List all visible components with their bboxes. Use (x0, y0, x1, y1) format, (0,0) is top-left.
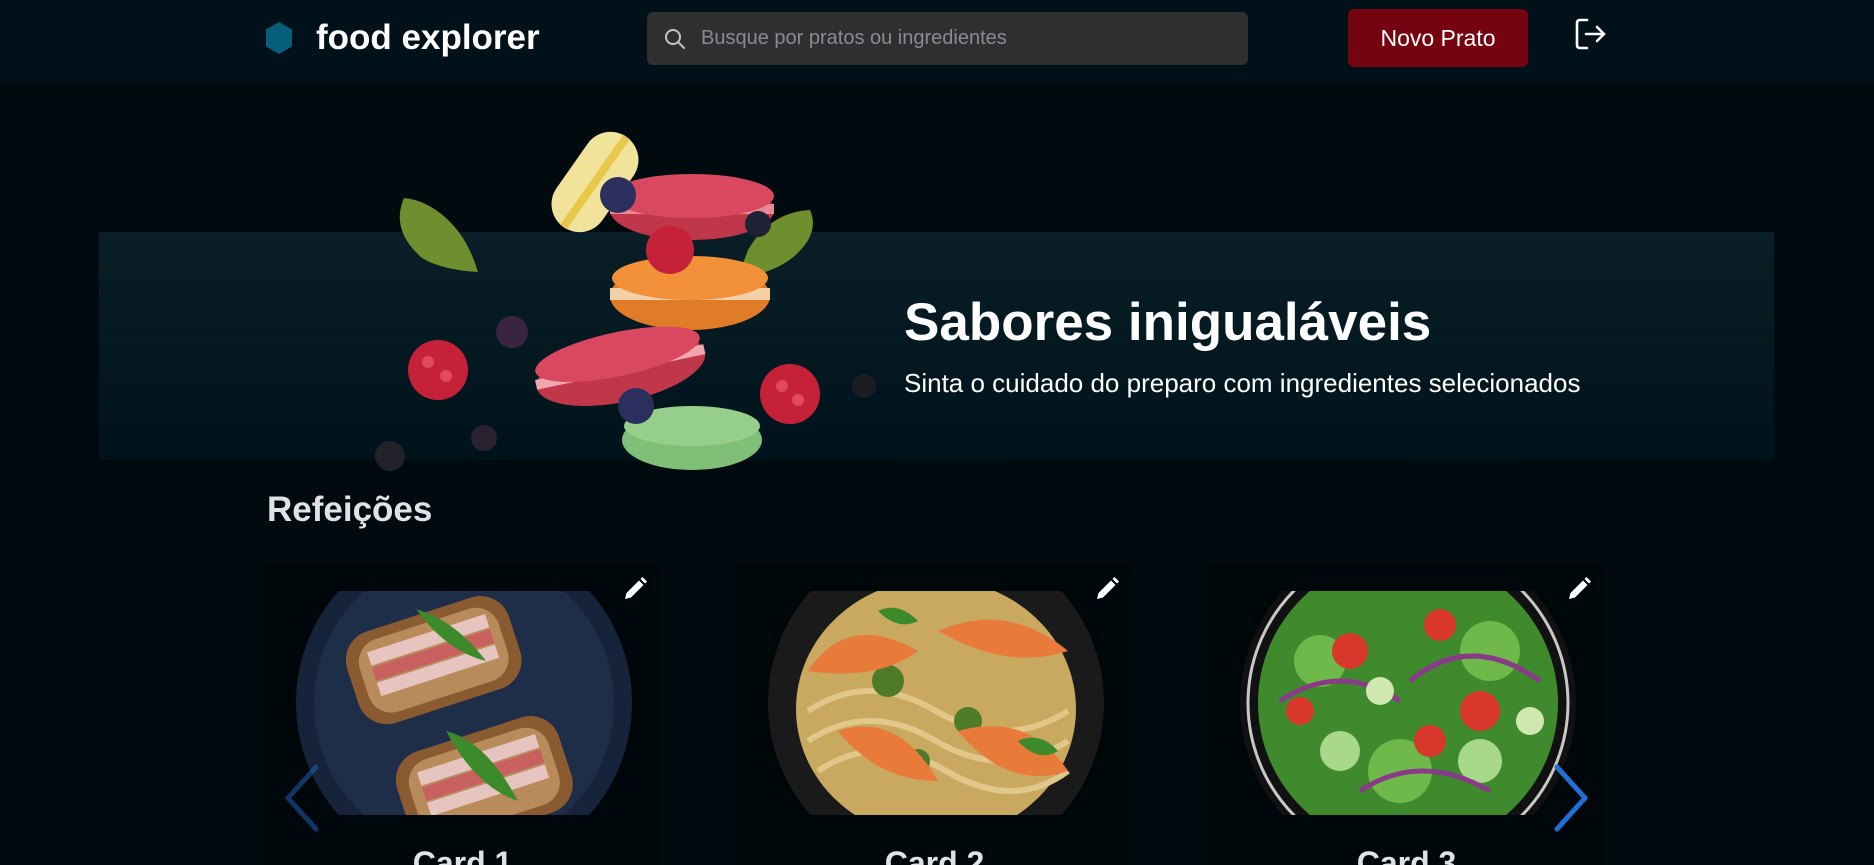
search-input[interactable] (701, 23, 1241, 54)
dish-name[interactable]: Card 3 (1208, 845, 1605, 865)
hexagon-icon (266, 22, 292, 54)
brand-name: food explorer (316, 18, 540, 57)
search-bar[interactable] (647, 12, 1248, 65)
macarons-illustration (375, 131, 876, 471)
dish-card[interactable]: Card 3 (1208, 563, 1605, 865)
section-title: Refeições (267, 490, 433, 529)
dish-name[interactable]: Card 1 (264, 845, 661, 865)
brand-logo[interactable]: food explorer (264, 20, 540, 56)
top-header: food explorer Novo Prato (0, 0, 1874, 82)
banner-title: Sabores inigualáveis (904, 293, 1432, 352)
new-dish-button[interactable]: Novo Prato (1348, 9, 1528, 67)
green-salad-dish[interactable] (1240, 591, 1576, 815)
chevron-left-icon[interactable] (282, 763, 322, 833)
banner-subtitle: Sinta o cuidado do preparo com ingredien… (904, 368, 1581, 398)
dish-card[interactable]: Card 2 (736, 563, 1133, 865)
shrimp-pasta-dish[interactable] (768, 591, 1104, 815)
search-icon (665, 28, 685, 49)
sign-out-icon[interactable] (1574, 17, 1608, 51)
dish-name[interactable]: Card 2 (736, 845, 1133, 865)
dish-card[interactable]: Card 1 (264, 563, 661, 865)
chevron-right-icon[interactable] (1551, 763, 1591, 833)
bacon-toast-dish[interactable] (296, 591, 632, 815)
